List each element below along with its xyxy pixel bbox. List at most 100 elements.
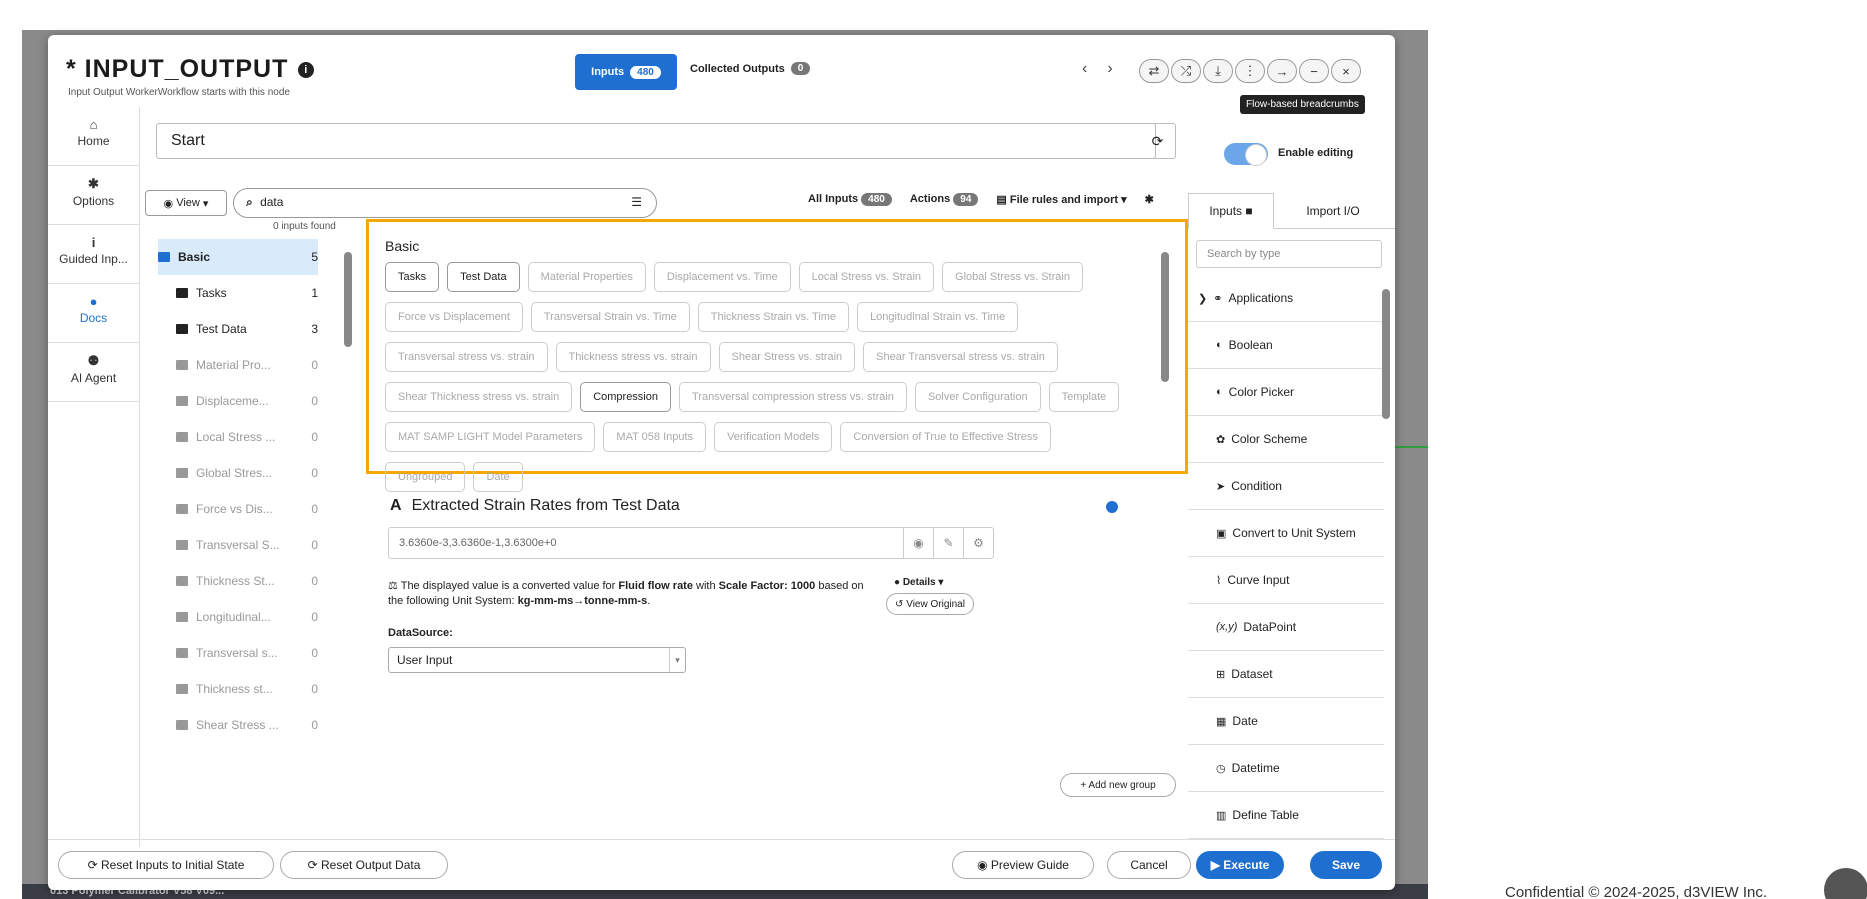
tree-item[interactable]: Local Stress ... 0 bbox=[158, 419, 318, 455]
chip[interactable]: Displacement vs. Time bbox=[653, 262, 791, 292]
tree-item[interactable]: Material Pro... 0 bbox=[158, 347, 318, 383]
user-icon[interactable] bbox=[1106, 501, 1118, 513]
file-rules-button[interactable]: ▤ File rules and import ▾ bbox=[996, 193, 1126, 206]
chip[interactable]: Shear Transversal stress vs. strain bbox=[863, 342, 1058, 372]
nav-guided-inputs[interactable]: i Guided Inp... bbox=[48, 225, 139, 284]
basic-scrollbar[interactable] bbox=[1161, 242, 1169, 382]
type-datetime[interactable]: ◷ Datetime bbox=[1188, 745, 1384, 792]
chip[interactable]: Verification Models bbox=[714, 422, 833, 452]
tab-collected-outputs[interactable]: Collected Outputs 0 bbox=[690, 62, 811, 75]
info-icon[interactable]: i bbox=[298, 62, 315, 79]
tree-item[interactable]: Global Stres... 0 bbox=[158, 455, 318, 491]
reset-inputs-button[interactable]: ⟳ Reset Inputs to Initial State bbox=[58, 851, 274, 879]
add-new-group-button[interactable]: + Add new group bbox=[1060, 773, 1176, 797]
reset-output-button[interactable]: ⟳ Reset Output Data bbox=[280, 851, 448, 879]
arrow-right-icon[interactable]: → bbox=[1267, 59, 1297, 83]
eye-icon[interactable]: ◉ bbox=[903, 528, 933, 558]
nav-options[interactable]: ✱ Options bbox=[48, 166, 139, 225]
chevron-right-icon[interactable]: › bbox=[1107, 60, 1112, 78]
tab-import-io[interactable]: Import I/O bbox=[1278, 193, 1388, 229]
nav-ai-agent[interactable]: ⚉ AI Agent bbox=[48, 343, 139, 402]
start-input[interactable]: Start bbox=[156, 123, 1156, 159]
nav-docs[interactable]: ● Docs bbox=[48, 284, 139, 343]
info-icon: ● bbox=[894, 577, 903, 588]
value-field[interactable]: 3.6360e-3,3.6360e-1,3.6300e+0 ◉ ✎ ⚙ bbox=[388, 527, 994, 559]
chip[interactable]: Transversal stress vs. strain bbox=[385, 342, 548, 372]
tree-item[interactable]: Displaceme... 0 bbox=[158, 383, 318, 419]
type-curve-input[interactable]: ⌇ Curve Input bbox=[1188, 557, 1384, 604]
chip[interactable]: Thickness Strain vs. Time bbox=[697, 302, 850, 332]
type-color-picker[interactable]: ◐ Color Picker bbox=[1188, 369, 1384, 416]
cancel-button[interactable]: Cancel bbox=[1107, 851, 1191, 879]
type-condition[interactable]: ➤ Condition bbox=[1188, 463, 1384, 510]
shuffle-icon[interactable]: ⤮ bbox=[1171, 59, 1201, 83]
execute-button[interactable]: ▶ Execute bbox=[1196, 851, 1284, 879]
chip[interactable]: Thickness stress vs. strain bbox=[555, 342, 711, 372]
chip[interactable]: Longitudinal Strain vs. Time bbox=[857, 302, 1019, 332]
chip[interactable]: Transversal compression stress vs. strai… bbox=[679, 382, 907, 412]
right-scrollbar[interactable] bbox=[1382, 275, 1390, 835]
type-applications[interactable]: ❯ ⚭ Applications bbox=[1188, 275, 1384, 322]
chip[interactable]: Local Stress vs. Strain bbox=[798, 262, 935, 292]
preview-guide-button[interactable]: ◉ Preview Guide bbox=[952, 851, 1094, 879]
chip[interactable]: Global Stress vs. Strain bbox=[942, 262, 1083, 292]
view-dropdown[interactable]: ◉ View ▾ bbox=[145, 190, 227, 216]
tree-item[interactable]: Test Data 3 bbox=[158, 311, 318, 347]
tree-item[interactable]: Tasks 1 bbox=[158, 275, 318, 311]
download-icon[interactable]: ⤓ bbox=[1203, 59, 1233, 83]
enable-editing-toggle[interactable] bbox=[1224, 143, 1268, 166]
all-inputs-button[interactable]: All Inputs 480 bbox=[808, 193, 892, 206]
save-button[interactable]: Save bbox=[1310, 851, 1382, 879]
close-icon[interactable]: × bbox=[1331, 59, 1361, 83]
settings-gear-icon[interactable]: ✱ bbox=[1145, 193, 1154, 206]
tab-inputs-types[interactable]: Inputs ■ bbox=[1188, 193, 1274, 229]
attach-icon[interactable]: ✎ bbox=[933, 528, 963, 558]
chevron-left-icon[interactable]: ‹ bbox=[1082, 60, 1087, 78]
chip[interactable]: Transversal Strain vs. Time bbox=[530, 302, 690, 332]
tree-item[interactable]: Thickness St... 0 bbox=[158, 563, 318, 599]
chip-compression[interactable]: Compression bbox=[580, 382, 671, 412]
input-title: A Extracted Strain Rates from Test Data bbox=[390, 497, 680, 514]
tree-item[interactable]: Longitudinal... 0 bbox=[158, 599, 318, 635]
chip-test-data[interactable]: Test Data bbox=[447, 262, 520, 292]
filter-icon[interactable]: ☰ bbox=[631, 195, 642, 209]
tree-scrollbar[interactable] bbox=[344, 240, 352, 660]
settings-icon[interactable]: ⚙ bbox=[963, 528, 993, 558]
tree-item[interactable]: Thickness st... 0 bbox=[158, 671, 318, 707]
chip[interactable]: Shear Stress vs. strain bbox=[718, 342, 856, 372]
chip[interactable]: Solver Configuration bbox=[914, 382, 1041, 412]
chip[interactable]: Template bbox=[1048, 382, 1120, 412]
tab-inputs[interactable]: Inputs 480 bbox=[575, 54, 677, 90]
chip[interactable]: Force vs Displacement bbox=[385, 302, 523, 332]
chip[interactable]: Material Properties bbox=[527, 262, 646, 292]
more-vertical-icon[interactable]: ⋮ bbox=[1235, 59, 1265, 83]
tree-item-basic[interactable]: Basic 5 bbox=[158, 239, 318, 275]
datasource-select[interactable]: User Input ▾ bbox=[388, 647, 686, 673]
chip[interactable]: MAT 058 Inputs bbox=[603, 422, 707, 452]
type-search-input[interactable]: Search by type bbox=[1196, 240, 1382, 268]
line-chart-icon: ⌇ bbox=[1216, 574, 1222, 587]
chip[interactable]: Conversion of True to Effective Stress bbox=[840, 422, 1051, 452]
type-datapoint[interactable]: (x,y) DataPoint bbox=[1188, 604, 1384, 651]
details-dropdown[interactable]: ● Details ▾ bbox=[894, 577, 943, 588]
tree-item[interactable]: Shear Stress ... 0 bbox=[158, 707, 318, 743]
refresh-icon[interactable]: ⟳ bbox=[1140, 123, 1176, 159]
chip[interactable]: Shear Thickness stress vs. strain bbox=[385, 382, 573, 412]
tree-item[interactable]: Transversal S... 0 bbox=[158, 527, 318, 563]
nav-home[interactable]: ⌂ Home bbox=[48, 107, 139, 166]
type-dataset[interactable]: ⊞ Dataset bbox=[1188, 651, 1384, 698]
type-boolean[interactable]: ◐ Boolean bbox=[1188, 322, 1384, 369]
chip[interactable]: MAT SAMP LIGHT Model Parameters bbox=[385, 422, 596, 452]
type-color-scheme[interactable]: ✿ Color Scheme bbox=[1188, 416, 1384, 463]
tree-item[interactable]: Transversal s... 0 bbox=[158, 635, 318, 671]
search-input[interactable]: ⌕ data ☰ bbox=[233, 188, 657, 218]
type-define-table[interactable]: ▥ Define Table bbox=[1188, 792, 1384, 839]
type-convert-unit[interactable]: ▣ Convert to Unit System bbox=[1188, 510, 1384, 557]
minimize-icon[interactable]: − bbox=[1299, 59, 1329, 83]
swap-icon[interactable]: ⇄ bbox=[1139, 59, 1169, 83]
actions-button[interactable]: Actions 94 bbox=[910, 193, 979, 206]
tree-item[interactable]: Force vs Dis... 0 bbox=[158, 491, 318, 527]
chip-tasks[interactable]: Tasks bbox=[385, 262, 440, 292]
view-original-button[interactable]: ↺ View Original bbox=[886, 593, 974, 615]
type-date[interactable]: ▦ Date bbox=[1188, 698, 1384, 745]
